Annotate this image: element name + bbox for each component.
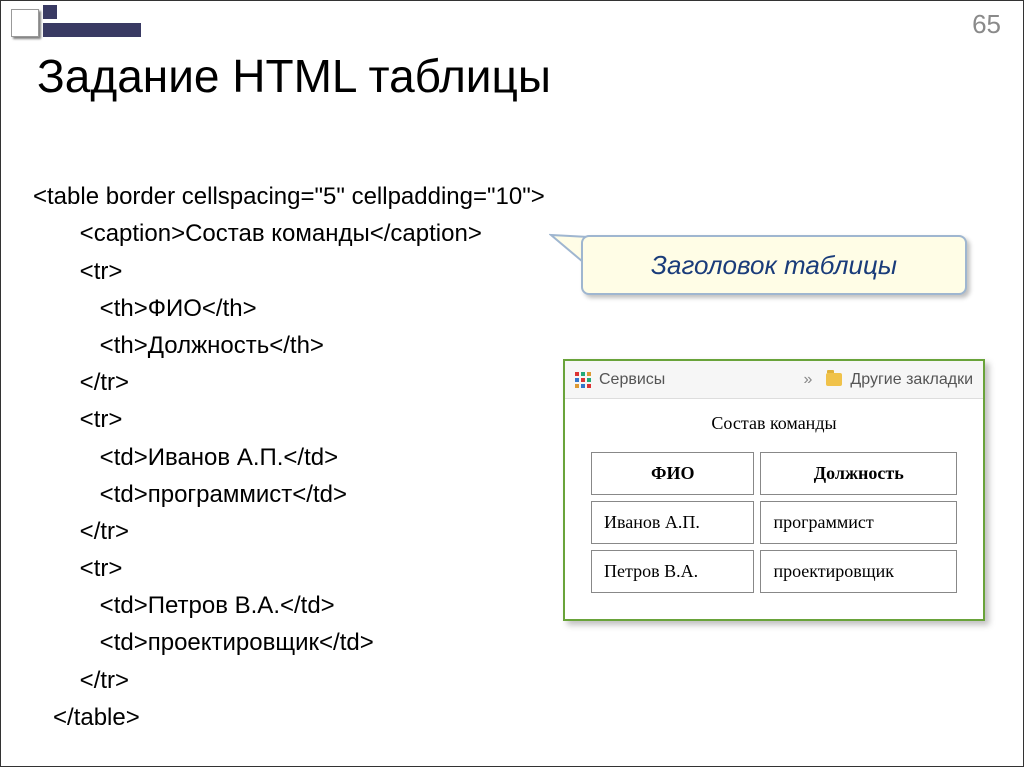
table-header-row: ФИО Должность — [591, 452, 957, 495]
deco-bar — [43, 23, 141, 37]
browser-toolbar: Сервисы » Другие закладки — [565, 361, 983, 399]
table-header-cell: Должность — [760, 452, 957, 495]
folder-icon[interactable] — [826, 373, 842, 386]
data-table: ФИО Должность Иванов А.П. программист Пе… — [585, 446, 963, 599]
table-cell: Петров В.А. — [591, 550, 754, 593]
code-line: </tr> — [33, 518, 129, 545]
table-cell: Иванов А.П. — [591, 501, 754, 544]
toolbar-services-label[interactable]: Сервисы — [599, 371, 665, 389]
deco-square-outline — [11, 9, 39, 37]
table-cell: программист — [760, 501, 957, 544]
callout-annotation: Заголовок таблицы — [581, 235, 967, 295]
code-line: <tr> — [33, 258, 122, 285]
code-line: <td>программист</td> — [33, 481, 347, 508]
slide-deco-logo — [1, 1, 141, 43]
table-row: Иванов А.П. программист — [591, 501, 957, 544]
code-line: </tr> — [33, 667, 129, 694]
code-line: <caption>Состав команды</caption> — [33, 220, 482, 247]
table-cell: проектировщик — [760, 550, 957, 593]
table-row: Петров В.А. проектировщик — [591, 550, 957, 593]
code-line: <th>Должность</th> — [33, 332, 324, 359]
code-line: <table border cellspacing="5" cellpaddin… — [33, 183, 545, 210]
deco-square-small — [43, 5, 57, 19]
toolbar-bookmarks-label[interactable]: Другие закладки — [850, 371, 973, 389]
code-line: </table> — [33, 704, 140, 731]
callout-text: Заголовок таблицы — [651, 250, 897, 281]
page-number: 65 — [972, 9, 1001, 40]
page-title: Задание HTML таблицы — [37, 49, 551, 103]
table-header-cell: ФИО — [591, 452, 754, 495]
code-line: <tr> — [33, 406, 122, 433]
code-line: </tr> — [33, 369, 129, 396]
code-line: <td>Иванов А.П.</td> — [33, 444, 338, 471]
apps-icon[interactable] — [575, 372, 591, 388]
code-example: <table border cellspacing="5" cellpaddin… — [33, 141, 545, 736]
table-caption: Состав команды — [565, 399, 983, 440]
code-line: <th>ФИО</th> — [33, 295, 257, 322]
chevron-icon[interactable]: » — [804, 371, 813, 389]
code-line: <td>Петров В.А.</td> — [33, 592, 335, 619]
code-line: <tr> — [33, 555, 122, 582]
browser-preview: Сервисы » Другие закладки Состав команды… — [563, 359, 985, 621]
code-line: <td>проектировщик</td> — [33, 629, 374, 656]
